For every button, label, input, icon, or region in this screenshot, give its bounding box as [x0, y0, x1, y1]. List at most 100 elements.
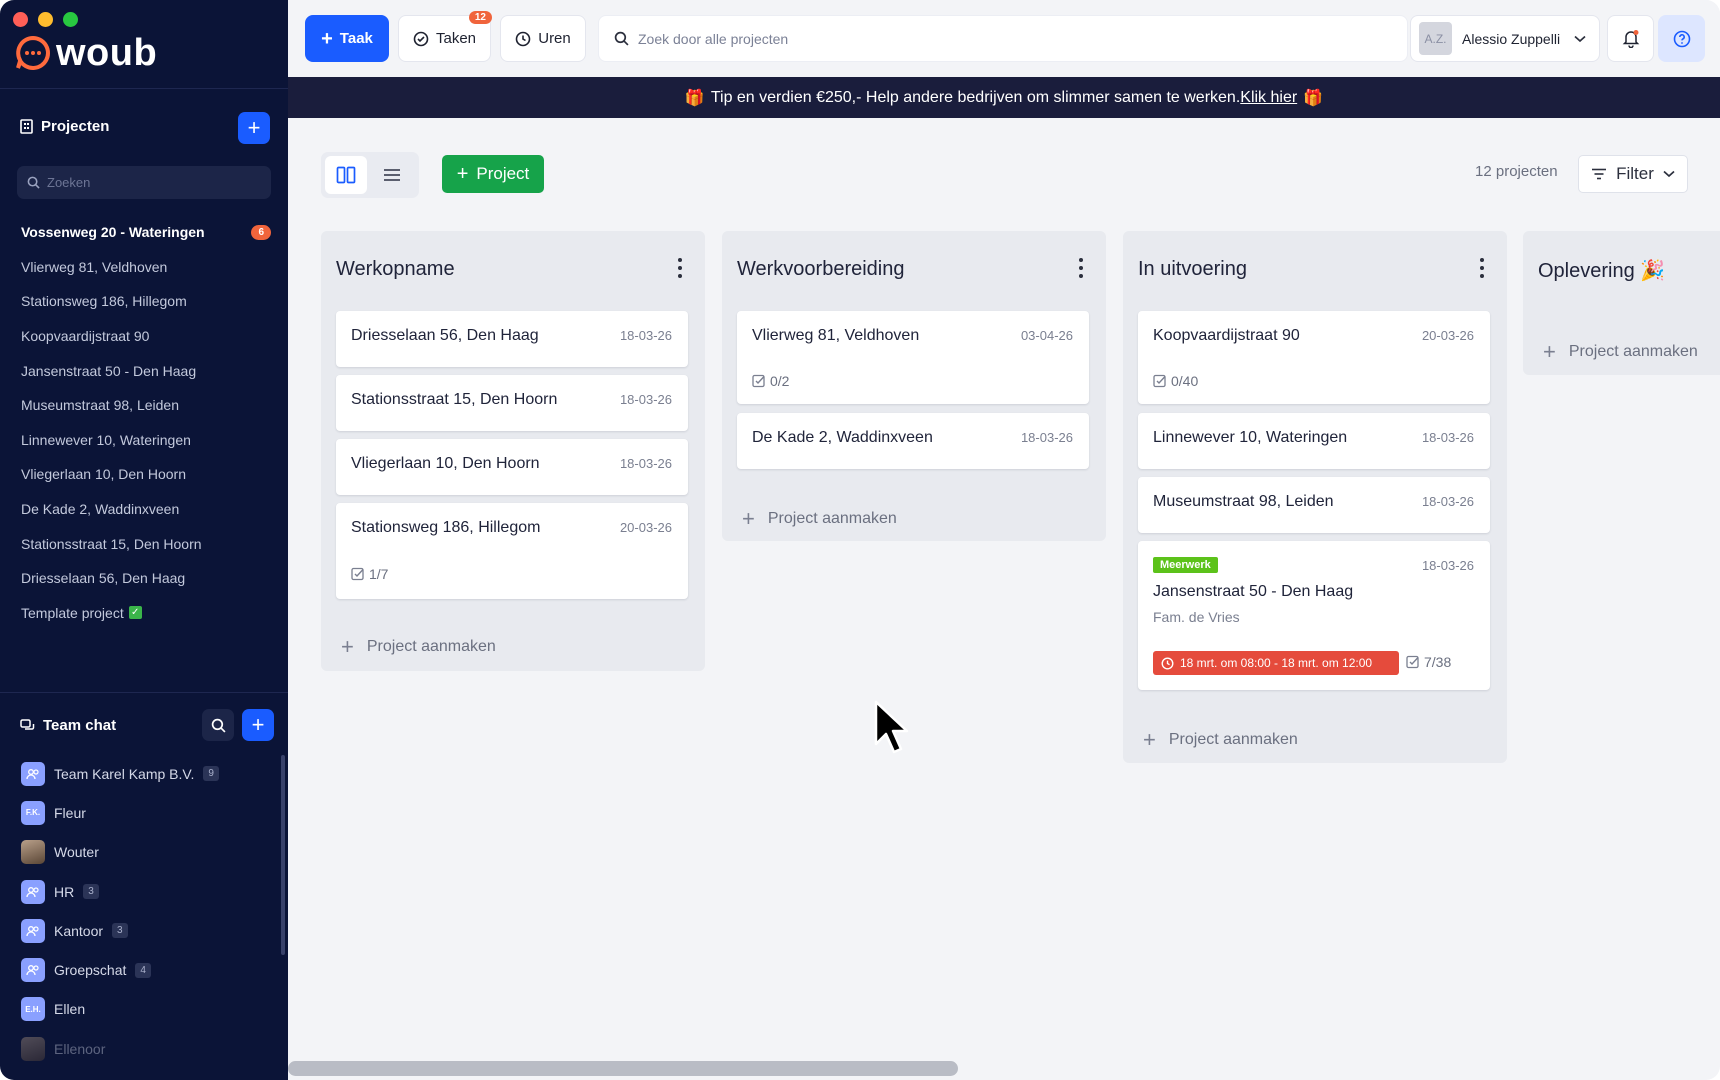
sidebar-project-item[interactable]: Museumstraat 98, Leiden: [21, 388, 271, 423]
maximize-window-button[interactable]: [63, 12, 78, 27]
sidebar-search[interactable]: [17, 166, 271, 199]
project-card[interactable]: Koopvaardijstraat 90 20-03-26 0/40: [1138, 311, 1490, 404]
project-card[interactable]: Linnewever 10, Wateringen 18-03-26: [1138, 413, 1490, 469]
column-menu-icon[interactable]: [1078, 258, 1084, 278]
unread-count: 3: [83, 884, 99, 900]
sidebar-project-item[interactable]: De Kade 2, Waddinxveen: [21, 492, 271, 527]
new-chat-button[interactable]: +: [242, 709, 274, 741]
sidebar-scrollbar[interactable]: [281, 755, 285, 955]
chat-item[interactable]: HR 3: [21, 872, 276, 911]
tasks-label: Taken: [435, 30, 477, 47]
chat-item[interactable]: Wouter: [21, 833, 276, 872]
add-project-row[interactable]: + Project aanmaken: [1143, 729, 1298, 751]
chevron-down-icon: [1663, 170, 1675, 178]
sidebar-project-item[interactable]: Vossenweg 20 - Wateringen 6: [21, 215, 271, 250]
sidebar-project-item[interactable]: Vliegerlaan 10, Den Hoorn: [21, 457, 271, 492]
projects-title: Projecten: [41, 118, 110, 135]
banner-link[interactable]: Klik hier: [1240, 89, 1297, 107]
clock-icon: [1161, 657, 1174, 669]
user-name: Alessio Zuppelli: [1462, 30, 1561, 47]
card-date: 18-03-26: [619, 456, 672, 471]
chat-item[interactable]: Kantoor 3: [21, 911, 276, 950]
mouse-cursor-icon: [874, 700, 909, 754]
new-task-button[interactable]: + Taak: [305, 15, 389, 62]
project-card[interactable]: Driesselaan 56, Den Haag 18-03-26: [336, 311, 688, 367]
unread-count: 4: [135, 962, 151, 978]
new-project-button[interactable]: + Project: [442, 155, 544, 193]
checkbox-icon: [752, 374, 765, 388]
logo[interactable]: woub: [14, 34, 157, 72]
project-card[interactable]: Vliegerlaan 10, Den Hoorn 18-03-26: [336, 439, 688, 495]
sidebar-project-item[interactable]: Koopvaardijstraat 90: [21, 319, 271, 354]
chat-item[interactable]: Team Karel Kamp B.V. 9: [21, 754, 276, 793]
project-card[interactable]: Meerwerk 18-03-26 Jansenstraat 50 - Den …: [1138, 541, 1490, 690]
sidebar-project-item[interactable]: Vlierweg 81, Veldhoven: [21, 250, 271, 285]
hours-button[interactable]: Uren: [500, 15, 586, 62]
global-search-input[interactable]: [638, 30, 1338, 47]
global-search[interactable]: [598, 15, 1408, 62]
chat-bubbles-icon: [20, 718, 35, 730]
group-icon: [21, 918, 45, 943]
sidebar-project-item[interactable]: Jansenstraat 50 - Den Haag: [21, 353, 271, 388]
kanban-view-button[interactable]: [325, 156, 367, 194]
checkbox-icon: [1153, 374, 1166, 388]
column-menu-icon[interactable]: [1479, 258, 1485, 278]
chat-item[interactable]: F.K. Fleur: [21, 793, 276, 832]
schedule-text: 18 mrt. om 08:00 - 18 mrt. om 12:00: [1180, 656, 1373, 670]
filter-button[interactable]: Filter: [1578, 155, 1688, 193]
plus-icon: +: [321, 27, 333, 50]
horizontal-scrollbar[interactable]: [288, 1061, 958, 1076]
chat-item[interactable]: Ellenoor: [21, 1029, 276, 1068]
chat-name: Kantoor: [54, 922, 104, 939]
top-bar: + Taak Taken 12 Uren A.Z. Alessio Zuppel…: [288, 0, 1720, 77]
window-controls: [13, 12, 78, 27]
project-card[interactable]: Vlierweg 81, Veldhoven 03-04-26 0/2: [737, 311, 1089, 404]
column-menu-icon[interactable]: [677, 258, 683, 278]
divider: [0, 692, 288, 693]
card-title: Driesselaan 56, Den Haag: [351, 327, 539, 344]
add-project-row[interactable]: + Project aanmaken: [341, 636, 496, 658]
card-title: Vliegerlaan 10, Den Hoorn: [351, 455, 540, 472]
unread-count: 9: [203, 766, 219, 782]
tasks-button[interactable]: Taken 12: [398, 11, 492, 62]
task-progress: 1/7: [351, 566, 388, 582]
sidebar-project-item[interactable]: Stationsstraat 15, Den Hoorn: [21, 526, 271, 561]
chat-name: Team Karel Kamp B.V.: [54, 765, 195, 782]
logo-text: woub: [56, 32, 158, 74]
user-avatar: A.Z.: [1419, 22, 1452, 55]
project-card[interactable]: De Kade 2, Waddinxveen 18-03-26: [737, 413, 1089, 469]
schedule-badge: 18 mrt. om 08:00 - 18 mrt. om 12:00: [1153, 651, 1399, 675]
column-title: In uitvoering: [1138, 258, 1247, 280]
sidebar-project-item[interactable]: Stationsweg 186, Hillegom: [21, 284, 271, 319]
chat-search-button[interactable]: [202, 709, 234, 741]
chat-item[interactable]: E.H. Ellen: [21, 990, 276, 1029]
sidebar-project-item[interactable]: Driesselaan 56, Den Haag: [21, 561, 271, 596]
chat-name: Groepschat: [54, 962, 127, 979]
project-card[interactable]: Stationsweg 186, Hillegom 20-03-26 1/7: [336, 503, 688, 599]
help-button[interactable]: [1658, 15, 1705, 62]
add-project-row[interactable]: + Project aanmaken: [742, 508, 897, 530]
building-icon: [20, 119, 33, 134]
avatar: F.K.: [21, 800, 45, 825]
sidebar-project-item[interactable]: Template project ✓: [21, 596, 271, 631]
project-label: Template project: [21, 604, 124, 621]
project-card[interactable]: Stationsstraat 15, Den Hoorn 18-03-26: [336, 375, 688, 431]
checkbox-icon: [351, 567, 364, 581]
group-icon: [21, 958, 45, 983]
sidebar-search-input[interactable]: [47, 175, 247, 190]
card-title: Museumstraat 98, Leiden: [1153, 493, 1334, 510]
card-date: 18-03-26: [1421, 558, 1474, 573]
add-project-button[interactable]: +: [238, 112, 270, 144]
user-menu[interactable]: A.Z. Alessio Zuppelli: [1410, 15, 1600, 62]
add-project-row[interactable]: + Project aanmaken: [1543, 341, 1698, 363]
project-label: Vlierweg 81, Veldhoven: [21, 258, 168, 275]
project-label: Stationsstraat 15, Den Hoorn: [21, 535, 202, 552]
chat-item[interactable]: Groepschat 4: [21, 950, 276, 989]
close-window-button[interactable]: [13, 12, 28, 27]
sidebar-project-item[interactable]: Linnewever 10, Wateringen: [21, 423, 271, 458]
minimize-window-button[interactable]: [38, 12, 53, 27]
list-view-button[interactable]: [371, 156, 413, 194]
notifications-button[interactable]: [1607, 15, 1654, 62]
project-card[interactable]: Museumstraat 98, Leiden 18-03-26: [1138, 477, 1490, 533]
list-icon: [384, 169, 400, 181]
